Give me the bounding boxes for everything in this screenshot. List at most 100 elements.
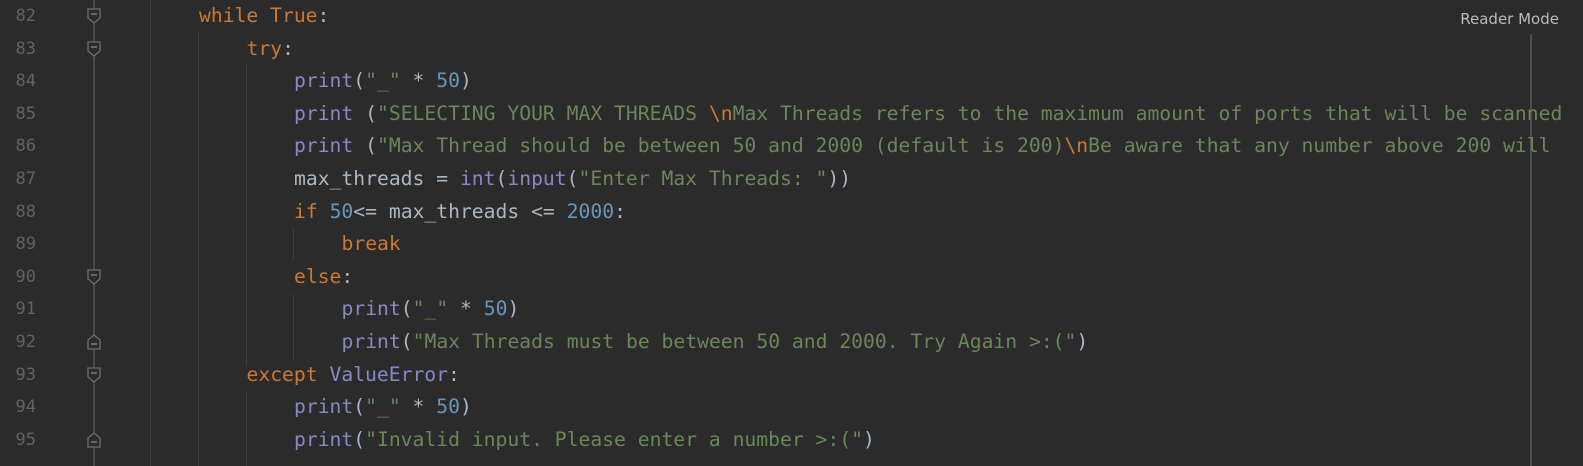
line-number: 93 xyxy=(15,364,36,385)
token-bi: print xyxy=(294,427,354,451)
token-str: "Max Thread should be between 50 and 200… xyxy=(376,134,1065,158)
token-plain: ( xyxy=(353,101,377,125)
fold-open-icon[interactable] xyxy=(87,269,101,285)
token-str: "Enter Max Threads: " xyxy=(578,167,828,190)
code-line[interactable]: 91 print("_" * 50) xyxy=(0,293,1583,326)
fold-end-icon[interactable] xyxy=(87,431,101,448)
token-kw: break xyxy=(341,232,401,256)
line-number: 86 xyxy=(15,136,36,157)
token-plain: ( xyxy=(495,167,508,190)
token-plain: : xyxy=(448,362,460,386)
line-number: 83 xyxy=(15,38,36,59)
token-kw: try xyxy=(246,36,283,60)
code-line[interactable]: 87 max_threads = int(input("Enter Max Thr… xyxy=(0,163,1583,196)
token-plain: ) xyxy=(1076,330,1089,353)
token-plain: : xyxy=(317,4,330,27)
code-text: if 50<= max_threads <= 2000: xyxy=(294,196,626,229)
code-text: else: xyxy=(294,261,353,294)
code-text: print("Max Threads must be between 50 an… xyxy=(342,326,1089,359)
code-line[interactable]: 86 print ("Max Thread should be between 5… xyxy=(0,130,1583,163)
code-line[interactable]: 90 else: xyxy=(0,261,1583,294)
token-plain: <= max_threads <= xyxy=(353,199,567,223)
line-number: 87 xyxy=(15,169,36,189)
token-str: Be aware that any number above 200 will xyxy=(1088,134,1563,158)
token-plain: ( xyxy=(400,297,413,321)
code-line[interactable]: 93 except ValueError: xyxy=(0,359,1583,392)
token-str: "_" xyxy=(412,297,449,321)
token-plain: ( xyxy=(353,69,366,93)
code-text: print("_" * 50) xyxy=(342,293,520,326)
token-plain: ) xyxy=(507,297,520,321)
token-bi: print xyxy=(294,395,354,419)
token-str: Max Threads refers to the maximum amount… xyxy=(732,101,1563,125)
fold-end-icon[interactable] xyxy=(87,334,101,350)
code-text: while True: xyxy=(199,0,329,33)
token-kw: if xyxy=(294,199,330,223)
code-line[interactable]: 83 try: xyxy=(0,33,1583,66)
token-plain: )) xyxy=(827,167,852,190)
token-bi: print xyxy=(341,297,401,321)
code-line[interactable]: 94 print("_" * 50) xyxy=(0,391,1583,424)
fold-open-icon[interactable] xyxy=(87,366,101,383)
code-line[interactable]: 84 print("_" * 50) xyxy=(0,65,1583,98)
token-plain: max_threads = xyxy=(294,167,460,190)
line-number: 84 xyxy=(15,71,36,92)
token-str: "_" xyxy=(365,395,401,419)
token-kw: else xyxy=(294,264,342,288)
token-plain: ) xyxy=(459,395,472,419)
line-number: 82 xyxy=(15,6,36,26)
code-text: print("_" * 50) xyxy=(294,65,472,98)
code-line[interactable]: 82 while True: xyxy=(0,0,1583,33)
token-num: 2000 xyxy=(566,199,615,223)
token-plain: ) xyxy=(862,427,875,451)
code-text: break xyxy=(342,228,401,261)
token-plain: ) xyxy=(459,69,472,93)
token-plain: : xyxy=(614,199,626,223)
token-plain: ( xyxy=(353,395,366,419)
token-str: "SELECTING YOUR MAX THREADS xyxy=(376,101,709,125)
token-plain: * xyxy=(448,297,484,321)
token-str: "_" xyxy=(365,69,401,93)
code-line[interactable]: 85 print ("SELECTING YOUR MAX THREADS \nM… xyxy=(0,98,1583,131)
fold-open-icon[interactable] xyxy=(87,40,101,57)
token-plain: * xyxy=(400,395,437,419)
code-text: try: xyxy=(247,33,294,66)
line-number: 88 xyxy=(15,201,36,222)
token-bi: int xyxy=(459,167,496,190)
line-number: 89 xyxy=(15,234,36,255)
token-bi: ValueError xyxy=(329,362,449,386)
token-num: 50 xyxy=(436,69,460,93)
code-line[interactable]: 88 if 50<= max_threads <= 2000: xyxy=(0,196,1583,229)
code-text: print("_" * 50) xyxy=(294,391,472,424)
token-kw: while xyxy=(199,4,271,27)
token-bi: print xyxy=(294,69,354,93)
line-number: 95 xyxy=(15,429,36,450)
line-number: 90 xyxy=(15,266,36,287)
token-plain: : xyxy=(341,264,354,288)
code-text: except ValueError: xyxy=(247,359,460,392)
reader-mode-button[interactable]: Reader Mode xyxy=(1456,8,1563,30)
token-bi: print xyxy=(294,134,354,158)
token-num: 50 xyxy=(483,297,508,321)
code-line[interactable]: 89 break xyxy=(0,228,1583,261)
token-plain: ( xyxy=(353,134,377,158)
token-bi: print xyxy=(341,330,401,353)
token-plain: ( xyxy=(566,167,579,190)
token-esc: \n xyxy=(1064,134,1089,158)
token-num: 50 xyxy=(329,199,354,223)
token-plain: ( xyxy=(400,330,413,353)
code-text: print("Invalid input. Please enter a num… xyxy=(294,424,875,457)
token-num: 50 xyxy=(436,395,460,419)
code-line[interactable]: 92 print("Max Threads must be between 50 … xyxy=(0,326,1583,359)
token-bi: print xyxy=(294,101,354,125)
line-number: 92 xyxy=(15,332,36,352)
token-esc: \n xyxy=(708,101,733,125)
token-str: "Max Threads must be between 50 and 2000… xyxy=(412,330,1077,353)
code-text: print ("SELECTING YOUR MAX THREADS \nMax… xyxy=(294,98,1562,131)
token-kw: except xyxy=(246,362,330,386)
code-text: print ("Max Thread should be between 50 … xyxy=(294,130,1562,163)
token-plain: ( xyxy=(353,427,366,451)
token-plain: * xyxy=(400,69,437,93)
fold-open-icon[interactable] xyxy=(87,8,101,24)
code-line[interactable]: 95 print("Invalid input. Please enter a n… xyxy=(0,424,1583,457)
